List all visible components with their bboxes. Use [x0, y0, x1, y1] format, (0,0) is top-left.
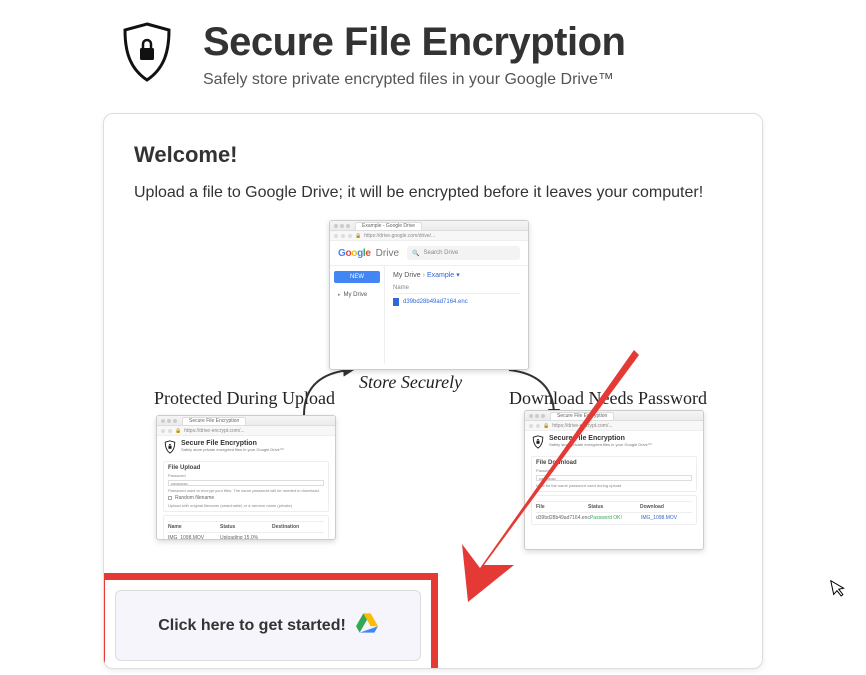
password-field: •••••••••••• [536, 475, 692, 481]
page-title: Secure File Encryption [203, 20, 625, 65]
label-download-password: Download Needs Password [509, 388, 707, 409]
get-started-button[interactable]: Click here to get started! [115, 590, 421, 661]
drive-file-row: d39bd28b49ad7164.enc [393, 294, 520, 310]
checkbox-icon [168, 496, 172, 500]
label-store-securely: Store Securely [359, 372, 462, 393]
explainer-diagram: Store Securely Protected During Upload D… [134, 220, 732, 580]
lock-icon: 🔒 [543, 423, 549, 429]
mouse-cursor-icon [830, 577, 851, 605]
drive-tab-title: Example - Google Drive [355, 222, 422, 230]
welcome-description: Upload a file to Google Drive; it will b… [134, 184, 732, 202]
shield-lock-icon [115, 20, 179, 89]
page-header: Secure File Encryption Safely store priv… [0, 0, 866, 89]
drive-search-box: 🔍Search Drive [407, 246, 520, 260]
label-protected-upload: Protected During Upload [154, 388, 335, 409]
password-field: •••••••••••• [168, 480, 324, 486]
lock-icon: 🔒 [175, 428, 181, 434]
cta-label: Click here to get started! [158, 617, 346, 635]
shield-lock-icon [531, 435, 545, 449]
lock-icon: 🔒 [355, 233, 361, 239]
screenshot-upload-page: Secure File Encryption 🔒https://drive-en… [156, 415, 336, 540]
screenshot-download-page: Secure File Encryption 🔒https://drive-en… [524, 410, 704, 550]
drive-column-name: Name [393, 283, 520, 294]
drive-breadcrumb: My Drive›Example▾ [393, 271, 520, 279]
cta-highlight-box: Click here to get started! [103, 573, 438, 669]
drive-new-button: NEW [334, 271, 380, 283]
drive-url: https://drive.google.com/drive/... [364, 233, 435, 239]
google-drive-icon [356, 613, 378, 638]
search-icon: 🔍 [412, 250, 419, 257]
welcome-card: Welcome! Upload a file to Google Drive; … [103, 113, 763, 669]
welcome-heading: Welcome! [134, 142, 732, 168]
google-logo: Google [338, 248, 371, 259]
page-subtitle: Safely store private encrypted files in … [203, 71, 625, 89]
drive-product-name: Drive [376, 248, 399, 259]
shield-lock-icon [163, 440, 177, 454]
drive-sidebar-mydrive: My Drive [334, 289, 380, 301]
screenshot-google-drive: Example - Google Drive 🔒https://drive.go… [329, 220, 529, 370]
file-icon [393, 298, 399, 306]
